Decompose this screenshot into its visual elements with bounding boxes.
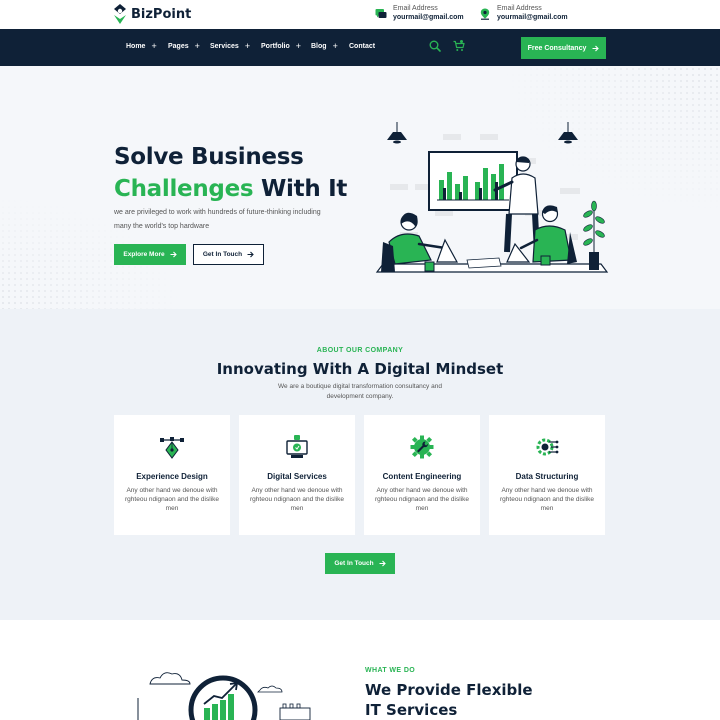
contact-label: Email Address bbox=[393, 5, 438, 12]
about-eyebrow: ABOUT OUR COMPANY bbox=[316, 347, 404, 354]
about-section: ABOUT OUR COMPANY Innovating With A Digi… bbox=[0, 309, 720, 620]
hero-title-highlight: Challenges bbox=[114, 176, 254, 202]
button-label: Free Consultancy bbox=[527, 44, 587, 52]
pen-tool-icon bbox=[160, 437, 184, 459]
plus-icon: + bbox=[151, 41, 157, 51]
chat-icon bbox=[375, 8, 387, 18]
logo[interactable]: BizPoint bbox=[114, 4, 191, 24]
card-title: Data Structuring bbox=[515, 472, 579, 481]
nav-item-home[interactable]: Home + bbox=[126, 41, 157, 51]
plus-icon: + bbox=[194, 41, 200, 51]
free-consultancy-button[interactable]: Free Consultancy bbox=[521, 37, 606, 59]
hero-section: Solve Business Challenges With It we are… bbox=[0, 66, 720, 309]
nav-item-label: Home bbox=[126, 43, 146, 50]
nav-item-label: Pages bbox=[168, 43, 189, 50]
button-label: Get In Touch bbox=[334, 560, 374, 567]
nav-item-label: Contact bbox=[349, 43, 376, 50]
dot-pattern-decoration bbox=[0, 66, 720, 309]
hero-title-line2: Challenges With It bbox=[114, 173, 347, 205]
nav-item-services[interactable]: Services + bbox=[210, 41, 251, 51]
card-description: Any other hand we denoue with rghteou nd… bbox=[250, 487, 344, 512]
cart-icon[interactable] bbox=[453, 40, 465, 52]
arrow-right-icon bbox=[247, 251, 254, 258]
card-description: Any other hand we denoue with rghteou nd… bbox=[375, 487, 469, 512]
card-title: Experience Design bbox=[136, 472, 208, 481]
arrow-right-icon bbox=[170, 251, 177, 258]
about-description: We are a boutique digital transformation… bbox=[278, 383, 442, 400]
card-description: Any other hand we denoue with rghteou nd… bbox=[500, 487, 594, 512]
nav-item-label: Services bbox=[210, 43, 239, 50]
plus-icon: + bbox=[332, 41, 338, 51]
nav-item-portfolio[interactable]: Portfolio + bbox=[261, 41, 302, 51]
logo-text: BizPoint bbox=[131, 6, 192, 22]
nav-item-label: Portfolio bbox=[261, 43, 290, 50]
nav-item-contact[interactable]: Contact bbox=[349, 43, 375, 50]
service-card-content-engineering[interactable]: Content Engineering Any other hand we de… bbox=[364, 415, 480, 535]
get-in-touch-button[interactable]: Get In Touch bbox=[193, 244, 264, 265]
what-we-do-section: WHAT WE DO We Provide Flexible IT Servic… bbox=[0, 620, 720, 720]
circuit-gear-icon bbox=[536, 438, 559, 456]
button-label: Explore More bbox=[123, 251, 165, 258]
button-label: Get In Touch bbox=[202, 251, 243, 258]
service-card-experience-design[interactable]: Experience Design Any other hand we deno… bbox=[114, 415, 230, 535]
contact-email-2[interactable]: Email Address yourmail@gmail.com bbox=[479, 4, 568, 23]
hero-description: we are privileged to work with hundreds … bbox=[114, 209, 321, 230]
growth-chart-illustration bbox=[137, 672, 311, 720]
about-get-in-touch-button[interactable]: Get In Touch bbox=[325, 553, 395, 574]
card-title: Digital Services bbox=[267, 472, 327, 481]
hero-title-rest: With It bbox=[253, 176, 348, 202]
what-we-do-title-line1: We Provide Flexible bbox=[365, 681, 533, 699]
nav-item-blog[interactable]: Blog + bbox=[311, 41, 338, 51]
card-description: Any other hand we denoue with rghteou nd… bbox=[125, 487, 219, 512]
nav-item-label: Blog bbox=[311, 43, 327, 50]
hero-title: Solve Business Challenges With It bbox=[114, 141, 347, 205]
contact-value: yourmail@gmail.com bbox=[393, 14, 464, 21]
nav-item-pages[interactable]: Pages + bbox=[168, 41, 200, 51]
explore-more-button[interactable]: Explore More bbox=[114, 244, 186, 265]
search-icon[interactable] bbox=[429, 40, 441, 52]
services-cards: Experience Design Any other hand we deno… bbox=[114, 415, 605, 535]
logo-pin-icon bbox=[114, 4, 126, 24]
plus-icon: + bbox=[295, 41, 302, 51]
contact-email-1[interactable]: Email Address yourmail@gmail.com bbox=[375, 4, 464, 23]
office-meeting-illustration bbox=[375, 122, 609, 273]
plus-icon: + bbox=[244, 41, 251, 51]
contact-label: Email Address bbox=[497, 5, 542, 12]
contact-value: yourmail@gmail.com bbox=[497, 14, 568, 21]
what-we-do-title-line2: IT Services bbox=[365, 701, 458, 719]
location-icon bbox=[480, 8, 490, 20]
service-card-data-structuring[interactable]: Data Structuring Any other hand we denou… bbox=[489, 415, 605, 535]
top-bar: BizPoint Email Address yourmail@gmail.co… bbox=[0, 0, 720, 29]
service-card-digital-services[interactable]: Digital Services Any other hand we denou… bbox=[239, 415, 355, 535]
what-we-do-eyebrow: WHAT WE DO bbox=[365, 667, 416, 674]
card-title: Content Engineering bbox=[382, 472, 462, 481]
what-we-do-title: We Provide Flexible IT Services bbox=[365, 680, 565, 720]
arrow-right-icon bbox=[379, 560, 386, 567]
arrow-right-icon bbox=[592, 45, 600, 51]
main-navigation: Home + Pages + Services + Portfolio + Bl… bbox=[0, 29, 720, 66]
digital-screen-icon bbox=[286, 435, 308, 458]
about-title: Innovating With A Digital Mindset bbox=[216, 360, 504, 378]
hero-title-line1: Solve Business bbox=[114, 144, 304, 170]
gear-wrench-icon bbox=[410, 435, 434, 459]
